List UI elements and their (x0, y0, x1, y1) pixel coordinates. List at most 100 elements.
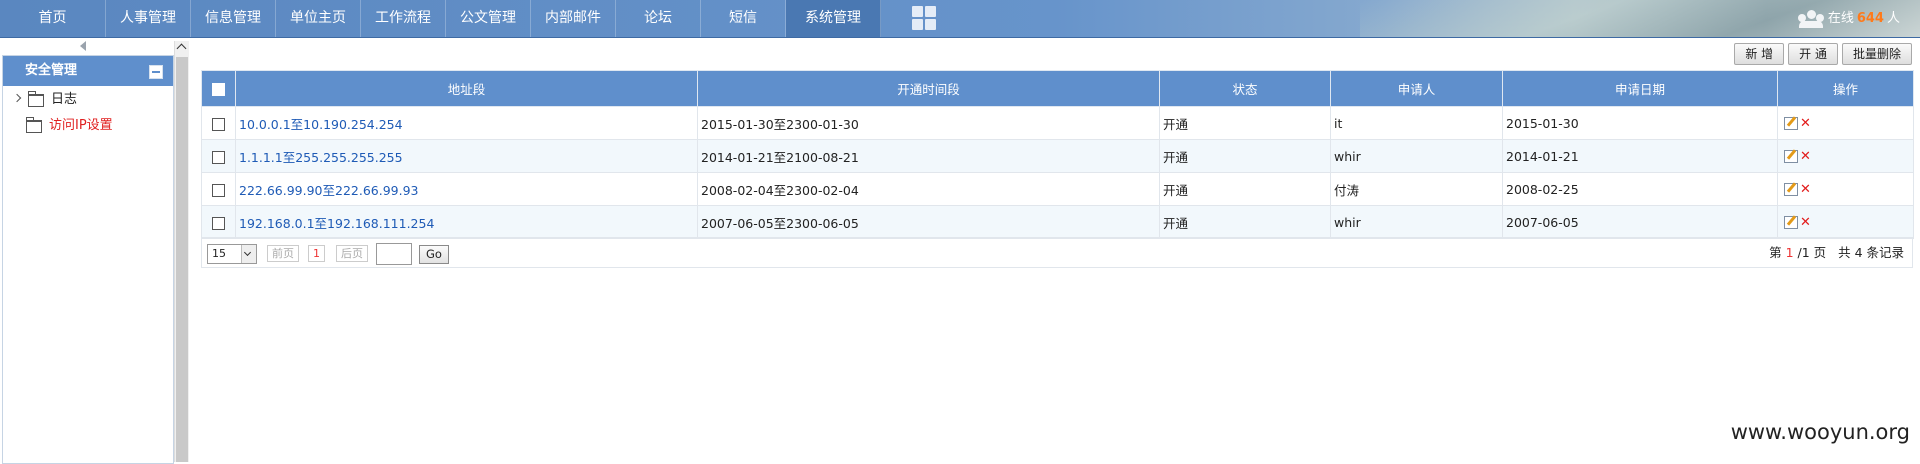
nav-item-sms[interactable]: 短信 (701, 0, 786, 37)
table-row: 1.1.1.1至255.255.255.255 2014-01-21至2100-… (201, 139, 1914, 173)
period-cell: 2007-06-05至2300-06-05 (697, 205, 1160, 239)
address-link[interactable]: 1.1.1.1至255.255.255.255 (239, 150, 403, 165)
tree-item-log[interactable]: 日志 (3, 87, 173, 113)
status-cell: 开通 (1159, 106, 1331, 140)
address-cell: 10.0.0.1至10.190.254.254 (235, 106, 698, 140)
row-checkbox[interactable] (212, 183, 225, 197)
edit-icon[interactable] (1784, 216, 1798, 229)
chevron-down-icon[interactable] (241, 245, 256, 263)
toolbar: 新 增 开 通 批量删除 (1734, 43, 1912, 65)
address-link[interactable]: 222.66.99.90至222.66.99.93 (239, 183, 419, 198)
nav-item-workflow[interactable]: 工作流程 (361, 0, 446, 37)
applicant-cell: it (1330, 106, 1503, 140)
edit-icon[interactable] (1784, 150, 1798, 163)
row-select-cell (201, 205, 236, 239)
watermark-text: www.wooyun.org (1730, 420, 1910, 444)
pager-info-prefix: 第 (1769, 245, 1782, 260)
edit-icon[interactable] (1784, 117, 1798, 130)
status-cell: 开通 (1159, 172, 1331, 206)
actions-cell: ✕ (1777, 139, 1914, 173)
add-button[interactable]: 新 增 (1734, 43, 1785, 65)
go-button[interactable]: Go (419, 245, 449, 264)
select-all-cell (201, 70, 236, 107)
address-link[interactable]: 192.168.0.1至192.168.111.254 (239, 216, 434, 231)
tree-item-ip-settings[interactable]: 访问IP设置 (3, 113, 173, 139)
period-cell: 2015-01-30至2300-01-30 (697, 106, 1160, 140)
sidebar-title: 安全管理 (25, 63, 78, 78)
collapse-left-icon[interactable] (80, 41, 86, 51)
tree-item-label: 日志 (51, 92, 78, 107)
sidebar-tree: 安全管理 日志 访问IP设置 (2, 55, 174, 464)
page-size-value: 15 (212, 247, 226, 260)
col-header-applicant[interactable]: 申请人 (1330, 70, 1503, 107)
col-header-address[interactable]: 地址段 (235, 70, 698, 107)
pager: 15 前页 1 后页 Go 第 1 /1 页 共 4 条记录 (201, 237, 1913, 268)
current-page-button[interactable]: 1 (308, 245, 325, 262)
scroll-thumb[interactable] (176, 57, 188, 462)
nav-item-forum[interactable]: 论坛 (616, 0, 701, 37)
pager-info-total: /1 页 (1797, 245, 1827, 260)
applicant-cell: 付涛 (1330, 172, 1503, 206)
collapse-minus-icon[interactable] (149, 65, 163, 79)
table-row: 10.0.0.1至10.190.254.254 2015-01-30至2300-… (201, 106, 1914, 140)
pager-info: 第 1 /1 页 共 4 条记录 (1769, 238, 1904, 267)
address-link[interactable]: 10.0.0.1至10.190.254.254 (239, 117, 403, 132)
nav-item-hr[interactable]: 人事管理 (106, 0, 191, 37)
apply-date-cell: 2007-06-05 (1502, 205, 1778, 239)
table-header-row: 地址段 开通时间段 状态 申请人 申请日期 操作 (201, 70, 1914, 107)
pager-info-records: 共 4 条记录 (1838, 245, 1904, 260)
table-row: 222.66.99.90至222.66.99.93 2008-02-04至230… (201, 172, 1914, 206)
pager-info-current: 1 (1785, 245, 1794, 260)
prev-page-button[interactable]: 前页 (267, 245, 299, 262)
users-icon (1797, 9, 1824, 28)
delete-icon[interactable]: ✕ (1800, 116, 1811, 131)
delete-icon[interactable]: ✕ (1800, 215, 1811, 230)
nav-item-mail[interactable]: 内部邮件 (531, 0, 616, 37)
apps-grid-icon[interactable] (912, 6, 936, 30)
nav-item-info[interactable]: 信息管理 (191, 0, 276, 37)
online-suffix: 人 (1886, 11, 1900, 26)
ip-range-table: 地址段 开通时间段 状态 申请人 申请日期 操作 10.0.0.1至10.190… (201, 70, 1914, 239)
apply-date-cell: 2008-02-25 (1502, 172, 1778, 206)
edit-icon[interactable] (1784, 183, 1798, 196)
col-header-status[interactable]: 状态 (1159, 70, 1331, 107)
page-size-select[interactable]: 15 (207, 244, 257, 264)
nav-item-documents[interactable]: 公文管理 (446, 0, 531, 37)
period-cell: 2008-02-04至2300-02-04 (697, 172, 1160, 206)
row-select-cell (201, 106, 236, 140)
delete-icon[interactable]: ✕ (1800, 182, 1811, 197)
col-header-apply-date[interactable]: 申请日期 (1502, 70, 1778, 107)
nav-item-unit-home[interactable]: 单位主页 (276, 0, 361, 37)
row-checkbox[interactable] (212, 117, 225, 131)
batch-delete-button[interactable]: 批量删除 (1841, 43, 1912, 65)
actions-cell: ✕ (1777, 205, 1914, 239)
apply-date-cell: 2015-01-30 (1502, 106, 1778, 140)
scroll-up-icon[interactable] (176, 43, 187, 54)
table-row: 192.168.0.1至192.168.111.254 2007-06-05至2… (201, 205, 1914, 239)
delete-icon[interactable]: ✕ (1800, 149, 1811, 164)
next-page-button[interactable]: 后页 (336, 245, 368, 262)
address-cell: 222.66.99.90至222.66.99.93 (235, 172, 698, 206)
sidebar-scrollbar[interactable] (174, 41, 189, 462)
open-button[interactable]: 开 通 (1788, 43, 1838, 65)
address-cell: 192.168.0.1至192.168.111.254 (235, 205, 698, 239)
online-prefix: 在线 (1827, 11, 1854, 26)
col-header-period[interactable]: 开通时间段 (697, 70, 1160, 107)
row-checkbox[interactable] (212, 216, 225, 230)
row-select-cell (201, 172, 236, 206)
page-number-input[interactable] (376, 243, 412, 265)
main-nav: 首页 人事管理 信息管理 单位主页 工作流程 公文管理 内部邮件 论坛 短信 系… (0, 0, 881, 37)
actions-cell: ✕ (1777, 172, 1914, 206)
nav-item-home[interactable]: 首页 (0, 0, 106, 37)
select-all-checkbox[interactable] (212, 83, 225, 96)
online-users[interactable]: 在线 644 人 (1797, 0, 1900, 37)
status-cell: 开通 (1159, 139, 1331, 173)
tree-item-label: 访问IP设置 (49, 118, 113, 133)
chevron-right-icon[interactable] (12, 93, 22, 103)
status-cell: 开通 (1159, 205, 1331, 239)
period-cell: 2014-01-21至2100-08-21 (697, 139, 1160, 173)
row-checkbox[interactable] (212, 150, 225, 164)
online-count: 644 (1856, 11, 1884, 26)
row-select-cell (201, 139, 236, 173)
nav-item-system[interactable]: 系统管理 (786, 0, 881, 37)
